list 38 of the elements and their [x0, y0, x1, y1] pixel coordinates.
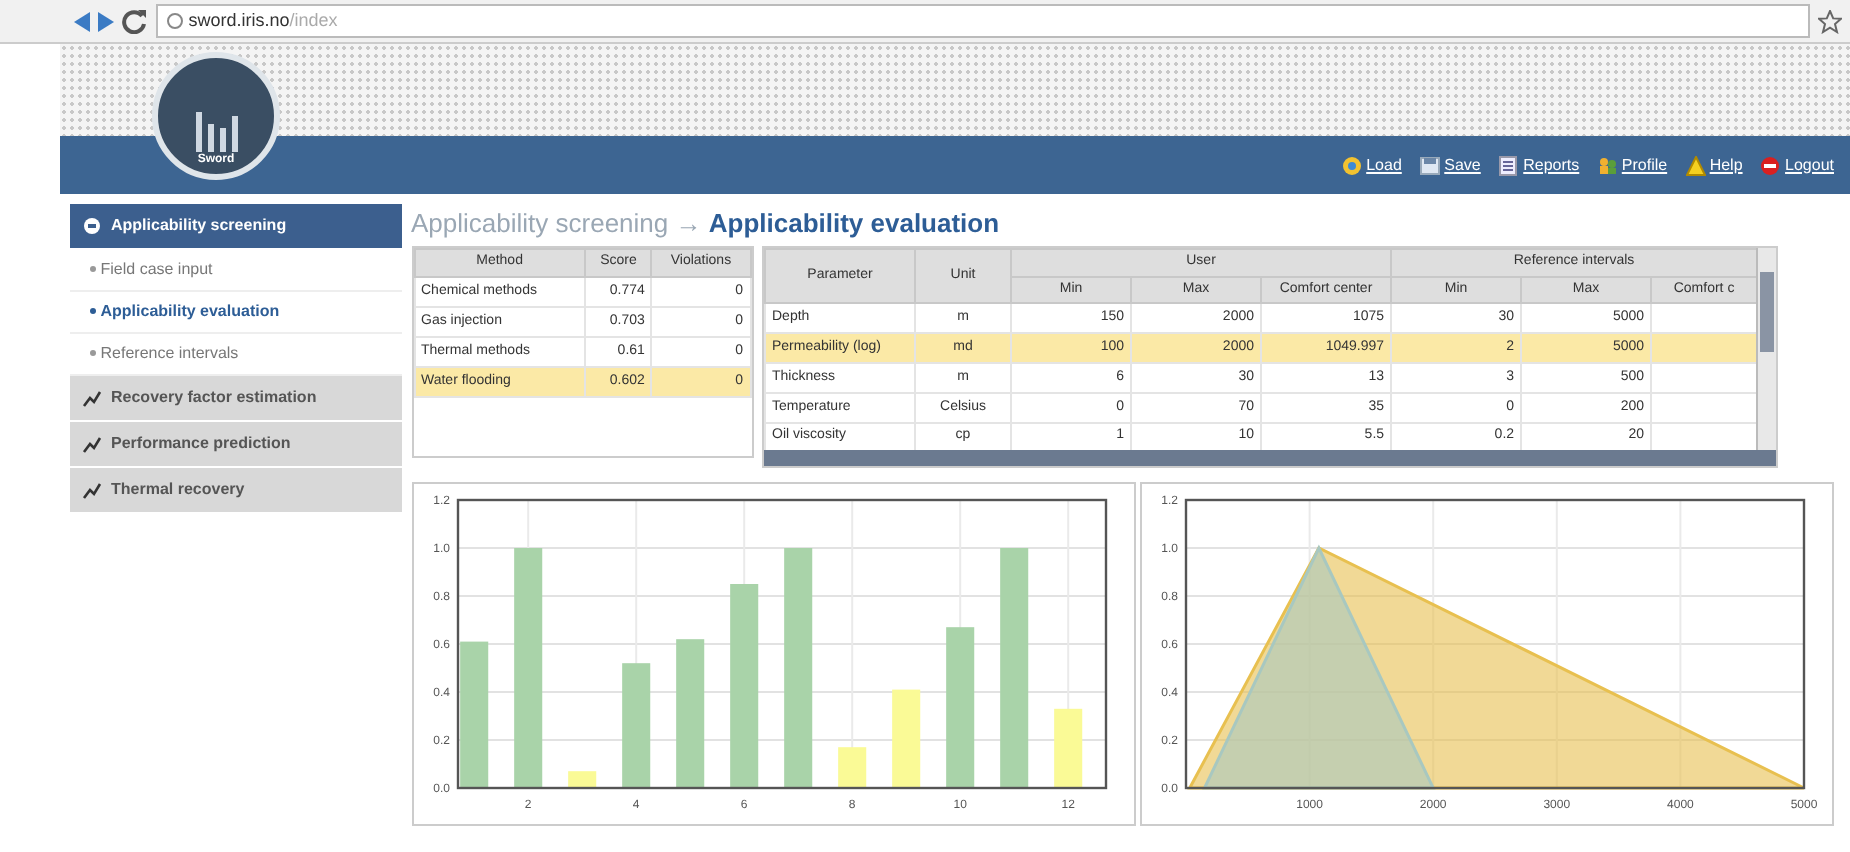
sidebar-section[interactable]: Performance prediction	[70, 421, 402, 467]
bar	[891, 689, 920, 788]
warning-icon	[1685, 155, 1706, 175]
horizontal-scrollbar[interactable]	[764, 450, 1776, 467]
chart-icon	[82, 387, 102, 407]
header-link[interactable]: Profile	[1621, 153, 1668, 177]
bar	[621, 663, 650, 788]
address-text: sword.iris.no/index	[188, 7, 338, 34]
bar	[1053, 708, 1082, 788]
sidebar-section[interactable]: Recovery factor estimation	[70, 375, 402, 421]
bullet-icon	[90, 308, 96, 314]
people-icon	[1597, 155, 1618, 175]
chart-icon	[82, 433, 102, 453]
header-link[interactable]: Logout	[1785, 153, 1834, 177]
forward-icon[interactable]	[96, 9, 117, 33]
document-icon	[1498, 155, 1519, 175]
sidebar-section[interactable]: Applicability screening	[70, 203, 402, 249]
back-icon[interactable]	[72, 9, 92, 33]
header-link[interactable]: Help	[1709, 153, 1743, 177]
chart-icon	[82, 479, 102, 499]
page-icon	[166, 12, 184, 30]
circle-icon	[82, 215, 102, 235]
bullet-icon	[90, 266, 96, 272]
header-link[interactable]: Load	[1366, 153, 1402, 177]
sidebar-item[interactable]: Reference intervals	[70, 333, 402, 375]
address-bar[interactable]: sword.iris.no/index	[156, 4, 1809, 38]
stop-icon	[1760, 155, 1781, 175]
sidebar-section[interactable]: Thermal recovery	[70, 467, 402, 513]
bars-icon	[191, 107, 241, 152]
bullet-icon	[90, 350, 96, 356]
bar	[837, 747, 866, 788]
header-link[interactable]: Save	[1444, 153, 1481, 177]
sidebar-item[interactable]: Applicability evaluation	[70, 291, 402, 333]
reload-icon[interactable]	[121, 8, 147, 34]
vertical-scrollbar[interactable]	[1756, 248, 1776, 451]
header-link[interactable]: Reports	[1523, 153, 1580, 177]
breadcrumb-title: Applicability screening → Applicability evaluation	[411, 205, 1002, 242]
star-icon[interactable]	[1818, 9, 1842, 33]
